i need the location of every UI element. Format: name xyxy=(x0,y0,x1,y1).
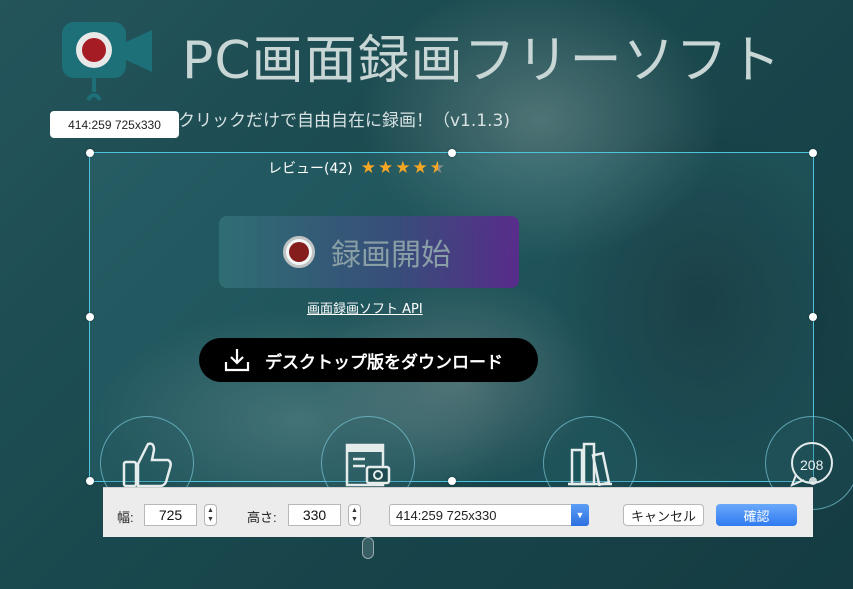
width-stepper[interactable]: ▲ ▼ xyxy=(204,504,217,526)
download-icon xyxy=(224,349,250,372)
resize-handle-top[interactable] xyxy=(447,149,456,157)
star-icon: ★ xyxy=(378,157,394,178)
resize-handle-top-left[interactable] xyxy=(86,149,94,157)
resize-handle-right[interactable] xyxy=(809,313,817,321)
height-label: 高さ: xyxy=(247,510,277,525)
app-title: PC画面録画フリーソフト xyxy=(182,31,782,91)
resize-handle-left[interactable] xyxy=(86,313,94,321)
books-icon xyxy=(568,442,612,486)
start-recording-button[interactable]: 録画開始 xyxy=(219,216,519,288)
api-link[interactable]: 画面録画ソフト API xyxy=(307,298,423,317)
height-stepper[interactable]: ▲ ▼ xyxy=(348,504,361,526)
half-star-icon: ★ xyxy=(429,157,445,178)
star-icon: ★ xyxy=(395,157,411,178)
review-summary: レビュー(42) ★ ★ ★ ★ ★ xyxy=(268,158,445,178)
chevron-down-icon[interactable]: ▼ xyxy=(349,515,360,524)
thumbs-up-icon xyxy=(122,442,172,488)
download-desktop-button[interactable]: デスクトップ版をダウンロード xyxy=(199,338,538,382)
confirm-button[interactable]: 確認 xyxy=(716,504,797,526)
app-subtitle: クリックだけで自由自在に録画！（v1.1.3) xyxy=(178,111,510,131)
drag-handle[interactable] xyxy=(362,537,374,559)
width-input[interactable]: 725 xyxy=(144,504,197,526)
selection-toolbar: 幅: 725 ▲ ▼ 高さ: 330 ▲ ▼ 414:259 725x330 ▼… xyxy=(103,487,813,537)
resize-handle-top-right[interactable] xyxy=(809,149,817,157)
chevron-up-icon[interactable]: ▲ xyxy=(205,506,216,515)
webcam-record-icon xyxy=(62,22,152,102)
height-input[interactable]: 330 xyxy=(288,504,341,526)
chevron-up-icon[interactable]: ▲ xyxy=(349,506,360,515)
cancel-button[interactable]: キャンセル xyxy=(623,504,704,526)
download-desktop-label: デスクトップ版をダウンロード xyxy=(265,352,503,373)
chevron-down-icon[interactable]: ▼ xyxy=(571,504,589,526)
star-icon: ★ xyxy=(360,157,376,178)
review-label: レビュー(42) xyxy=(268,161,353,177)
chevron-down-icon[interactable]: ▼ xyxy=(205,515,216,524)
aspect-preset-select[interactable]: 414:259 725x330 ▼ xyxy=(389,504,589,526)
resize-handle-bottom-left[interactable] xyxy=(86,477,94,485)
rating-stars: ★ ★ ★ ★ ★ xyxy=(360,157,445,178)
aspect-preset-value: 414:259 725x330 xyxy=(396,507,497,523)
width-label: 幅: xyxy=(117,510,134,525)
resize-handle-bottom[interactable] xyxy=(447,477,456,485)
record-icon xyxy=(283,236,315,268)
selection-size-tooltip: 414:259 725x330 xyxy=(50,111,179,138)
comment-count: 208 xyxy=(800,457,824,473)
camera-document-icon xyxy=(345,443,391,487)
star-icon: ★ xyxy=(412,157,428,178)
start-recording-label: 録画開始 xyxy=(331,238,451,273)
capture-selection-region[interactable] xyxy=(86,149,817,485)
